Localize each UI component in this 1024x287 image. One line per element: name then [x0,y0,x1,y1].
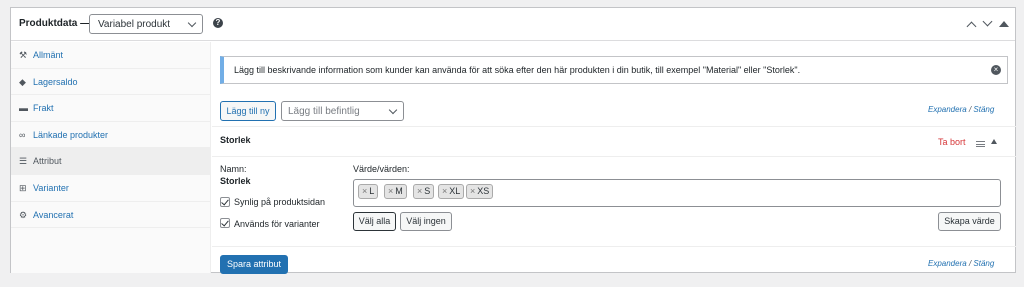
move-down-icon[interactable] [982,16,993,27]
remove-tag-icon[interactable]: × [362,186,367,196]
value-tag[interactable]: × S [413,184,435,199]
tag-label: S [424,186,431,196]
chevron-down-icon [187,18,197,28]
expand-link[interactable]: Expandera [928,105,967,114]
collapse-attribute-icon[interactable] [991,139,997,144]
product-type-value: Variabel produkt [98,19,171,30]
divider [212,246,1016,247]
collapse-icon[interactable] [999,21,1009,27]
value-tag[interactable]: × XL [438,184,465,199]
help-icon[interactable]: ? [213,18,223,28]
panel-header: Produktdata — Variabel produkt ? [11,8,1015,41]
close-link[interactable]: Stäng [973,259,994,268]
info-notice: Lägg till beskrivande information som ku… [220,56,1008,84]
link-icon: ∞ [19,129,26,140]
truck-icon: ▬ [19,103,28,114]
notice-text: Lägg till beskrivande information som ku… [234,65,801,75]
drag-handle-icon[interactable] [976,141,985,147]
tag-label: L [369,186,375,196]
tab-label: Allmänt [33,50,64,60]
divider [212,126,1016,127]
remove-tag-icon[interactable]: × [417,186,422,196]
variations-label: Används för varianter [234,219,320,229]
product-type-select[interactable]: Variabel produkt [89,14,203,34]
move-up-icon[interactable] [966,21,977,32]
product-data-panel: Produktdata — Variabel produkt ? ⚒ Allmän… [10,7,1016,274]
values-tag-input[interactable]: × L × M × S × XL × XS [353,179,1001,207]
expand-close-bottom: Expandera / Stäng [928,259,994,268]
tab-label: Frakt [33,103,54,114]
divider [212,156,1016,157]
tab-inventory[interactable]: ◆ Lagersaldo [11,69,210,96]
remove-tag-icon[interactable]: × [442,186,447,196]
tab-label: Länkade produkter [33,129,109,140]
value-tag[interactable]: × M [384,184,407,199]
gear-icon: ⚙ [19,209,28,220]
tab-label: Attribut [33,156,62,167]
dismiss-icon[interactable]: × [991,65,1001,75]
tab-label: Avancerat [33,209,74,220]
product-data-tabs: ⚒ Allmänt ◆ Lagersaldo ▬ Frakt ∞ Länkade pro… [11,42,211,273]
save-attributes-button[interactable]: Spara attribut [220,255,288,274]
tab-shipping[interactable]: ▬ Frakt [11,95,210,122]
link-divider: / [968,259,972,268]
close-link[interactable]: Stäng [973,105,994,114]
select-all-button[interactable]: Välj alla [353,212,396,231]
value-tag[interactable]: × XS [466,184,494,199]
tab-label: Lagersaldo [33,76,78,87]
visible-checkbox[interactable] [220,197,230,207]
visible-label: Synlig på produktsidan [234,197,326,207]
remove-attribute-link[interactable]: Ta bort [938,137,966,147]
tag-label: XL [449,186,461,196]
tab-general[interactable]: ⚒ Allmänt [11,42,210,69]
tab-advanced[interactable]: ⚙ Avancerat [11,202,210,229]
tab-attributes[interactable]: ☰ Attribut [11,148,210,175]
tag-label: XS [477,186,490,196]
attribute-heading[interactable]: Storlek [220,135,251,145]
expand-link[interactable]: Expandera [928,259,967,268]
remove-tag-icon[interactable]: × [388,186,393,196]
tag-icon: ◆ [19,76,26,87]
grid-icon: ⊞ [19,182,27,193]
tag-label: M [395,186,403,196]
select-none-button[interactable]: Välj ingen [400,212,452,231]
chevron-down-icon [388,105,398,115]
list-icon: ☰ [19,156,28,167]
add-existing-select[interactable]: Lägg till befintlig [281,101,404,121]
values-label: Värde/värden: [353,164,410,174]
tab-variations[interactable]: ⊞ Varianter [11,175,210,202]
value-tag[interactable]: × L [358,184,379,199]
wrench-icon: ⚒ [19,50,28,60]
panel-title: Produktdata — [19,18,91,29]
link-divider: / [968,105,972,114]
attributes-panel: Lägg till beskrivande information som ku… [212,42,1016,274]
remove-tag-icon[interactable]: × [470,186,475,196]
add-new-attribute-button[interactable]: Lägg till ny [220,101,276,121]
tab-linked-products[interactable]: ∞ Länkade produkter [11,122,210,149]
add-existing-placeholder: Lägg till befintlig [288,106,360,117]
used-for-variations-checkbox[interactable] [220,218,230,228]
name-label: Namn: [220,164,247,174]
tab-label: Varianter [33,182,69,193]
name-value: Storlek [220,176,251,186]
expand-close-top: Expandera / Stäng [928,105,994,114]
create-value-button[interactable]: Skapa värde [938,212,1001,231]
